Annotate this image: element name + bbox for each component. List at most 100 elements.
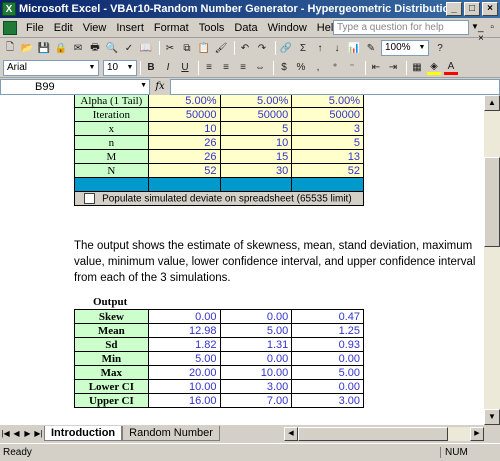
scroll-down-icon[interactable]: ▼ [484, 409, 500, 425]
menu-data[interactable]: Data [229, 22, 262, 34]
next-sheet-icon[interactable]: ▶ [22, 429, 33, 438]
print-icon[interactable]: 🖶 [88, 41, 102, 55]
row-label-cell[interactable]: Iteration [74, 107, 149, 122]
menu-view[interactable]: View [78, 22, 112, 34]
help-search-input[interactable]: Type a question for help [333, 20, 469, 35]
row-label-cell[interactable]: Max [74, 365, 149, 380]
help-icon[interactable]: ? [433, 41, 447, 55]
first-sheet-icon[interactable]: |◀ [0, 429, 11, 438]
value-cell[interactable]: 1.25 [291, 323, 364, 338]
row-label-cell[interactable]: Sd [74, 337, 149, 352]
horizontal-scrollbar[interactable]: ◀ ▶ [284, 427, 484, 441]
font-size-select[interactable]: 10 ▼ [103, 59, 137, 76]
zoom-select[interactable]: 100% ▼ [381, 40, 429, 56]
value-cell[interactable]: 5 [219, 121, 293, 136]
email-icon[interactable]: ✉ [71, 41, 85, 55]
value-cell[interactable]: 0.93 [291, 337, 364, 352]
menu-window[interactable]: Window [263, 22, 312, 34]
tab-introduction[interactable]: Introduction [44, 426, 123, 441]
align-center-icon[interactable]: ≡ [219, 61, 233, 75]
value-cell[interactable]: 5.00% [219, 95, 293, 108]
insert-function-icon[interactable]: fx [150, 81, 170, 92]
scroll-right-icon[interactable]: ▶ [470, 427, 484, 441]
value-cell[interactable]: 12.98 [147, 323, 221, 338]
prev-sheet-icon[interactable]: ◀ [11, 429, 22, 438]
value-cell[interactable]: 0.00 [219, 309, 293, 324]
vertical-scrollbar[interactable]: ▲ ▼ [484, 95, 500, 425]
value-cell[interactable]: 5.00 [291, 365, 364, 380]
autosum-icon[interactable]: Σ [296, 41, 310, 55]
value-cell[interactable]: 0.47 [291, 309, 364, 324]
value-cell[interactable]: 15 [219, 149, 293, 164]
decrease-indent-icon[interactable]: ⇤ [369, 61, 383, 75]
value-cell[interactable]: 3.00 [219, 379, 293, 394]
value-cell[interactable]: 0.00 [291, 351, 364, 366]
value-cell[interactable]: 10 [147, 121, 221, 136]
workbook-icon[interactable] [3, 20, 17, 35]
fill-color-icon[interactable]: ◈ [427, 61, 441, 75]
value-cell[interactable]: 0.00 [147, 309, 221, 324]
undo-icon[interactable]: ↶ [238, 41, 252, 55]
permission-icon[interactable]: 🔒 [54, 41, 68, 55]
value-cell[interactable]: 5.00 [147, 351, 221, 366]
worksheet-area[interactable]: Alpha (1 Tail) 5.00% 5.00% 5.00% Iteration 50… [0, 95, 484, 425]
row-label-cell[interactable]: Skew [74, 309, 149, 324]
name-box[interactable]: B99 ▼ [0, 78, 150, 95]
copy-icon[interactable]: ⧉ [180, 41, 194, 55]
font-select[interactable]: Arial ▼ [3, 59, 99, 76]
row-label-cell[interactable]: x [74, 121, 149, 136]
value-cell[interactable]: 3.00 [291, 393, 364, 408]
bold-button[interactable]: B [144, 61, 158, 75]
value-cell[interactable]: 26 [147, 149, 221, 164]
row-label-cell[interactable]: Alpha (1 Tail) [74, 95, 149, 108]
align-right-icon[interactable]: ≡ [236, 61, 250, 75]
scroll-left-icon[interactable]: ◀ [284, 427, 298, 441]
value-cell[interactable]: 20.00 [147, 365, 221, 380]
menu-insert[interactable]: Insert [111, 22, 149, 34]
minimize-button[interactable]: _ [446, 2, 462, 16]
align-left-icon[interactable]: ≡ [202, 61, 216, 75]
value-cell[interactable]: 30 [219, 163, 293, 178]
new-icon[interactable]: 🗋 [3, 41, 17, 55]
value-cell[interactable]: 5.00% [291, 95, 364, 108]
value-cell[interactable]: 5.00% [147, 95, 221, 108]
decrease-decimal-icon[interactable]: ⁻ [345, 61, 359, 75]
save-icon[interactable]: 💾 [37, 41, 51, 55]
value-cell[interactable]: 52 [147, 163, 221, 178]
format-painter-icon[interactable]: 🖌 [214, 41, 228, 55]
borders-icon[interactable]: ▦ [410, 61, 424, 75]
value-cell[interactable]: 5 [291, 135, 364, 150]
print-preview-icon[interactable]: 🔍 [105, 41, 119, 55]
menu-tools[interactable]: Tools [194, 22, 230, 34]
increase-indent-icon[interactable]: ⇥ [386, 61, 400, 75]
value-cell[interactable]: 7.00 [219, 393, 293, 408]
value-cell[interactable]: 26 [147, 135, 221, 150]
chart-wizard-icon[interactable]: 📊 [347, 41, 361, 55]
redo-icon[interactable]: ↷ [255, 41, 269, 55]
drawing-icon[interactable]: ✎ [364, 41, 378, 55]
paste-icon[interactable]: 📋 [197, 41, 211, 55]
hyperlink-icon[interactable]: 🔗 [279, 41, 293, 55]
scroll-up-icon[interactable]: ▲ [484, 95, 500, 111]
currency-button[interactable]: $ [277, 61, 291, 75]
value-cell[interactable]: 5.00 [219, 323, 293, 338]
maximize-button[interactable]: □ [464, 2, 480, 16]
spelling-icon[interactable]: ✓ [122, 41, 136, 55]
menu-edit[interactable]: Edit [49, 22, 78, 34]
research-icon[interactable]: 📖 [139, 41, 153, 55]
row-label-cell[interactable]: Lower CI [74, 379, 149, 394]
increase-decimal-icon[interactable]: ⁺ [328, 61, 342, 75]
row-label-cell[interactable]: N [74, 163, 149, 178]
close-button[interactable]: × [482, 2, 498, 16]
percent-button[interactable]: % [294, 61, 308, 75]
value-cell[interactable]: 13 [291, 149, 364, 164]
value-cell[interactable]: 50000 [147, 107, 221, 122]
horizontal-scroll-thumb[interactable] [298, 427, 448, 441]
merge-center-icon[interactable]: ⇔ [253, 61, 267, 75]
value-cell[interactable]: 16.00 [147, 393, 221, 408]
font-color-icon[interactable]: A [444, 61, 458, 75]
open-icon[interactable]: 📂 [20, 41, 34, 55]
menu-format[interactable]: Format [149, 22, 194, 34]
sort-descending-icon[interactable]: ↓ [330, 41, 344, 55]
underline-button[interactable]: U [178, 61, 192, 75]
